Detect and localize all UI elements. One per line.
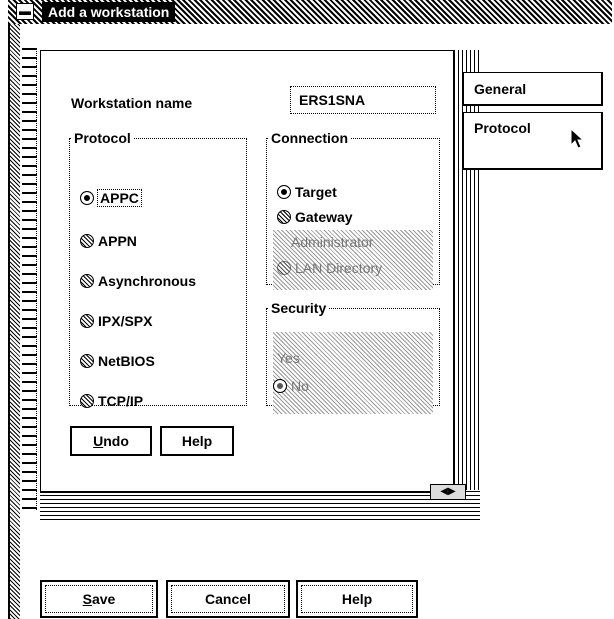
workstation-name-label: Workstation name: [71, 95, 193, 111]
radio-netbios[interactable]: NetBIOS: [80, 351, 155, 371]
connection-group: Connection Target Gateway Administrator …: [266, 130, 440, 290]
radio-icon: [277, 210, 291, 224]
radio-icon: [80, 394, 94, 408]
radio-target[interactable]: Target: [277, 182, 337, 202]
radio-selected-icon: [80, 191, 94, 205]
radio-icon: [80, 354, 94, 368]
security-legend: Security: [271, 300, 327, 316]
radio-selected-icon: [277, 185, 291, 199]
radio-ipx-spx[interactable]: IPX/SPX: [80, 311, 152, 331]
radio-appc[interactable]: APPC: [80, 188, 142, 208]
radio-icon: [80, 314, 94, 328]
save-button[interactable]: Save: [40, 580, 158, 618]
radio-gateway[interactable]: Gateway: [277, 207, 353, 227]
system-menu-icon[interactable]: ▬: [16, 3, 34, 20]
radio-yes: Yes: [277, 350, 300, 366]
undo-button[interactable]: Undo: [70, 426, 152, 456]
disabled-area: [273, 332, 433, 414]
radio-icon: [80, 234, 94, 248]
connection-legend: Connection: [271, 130, 348, 146]
radio-appn[interactable]: APPN: [80, 231, 137, 251]
radio-lan-directory: LAN Directory: [277, 258, 382, 278]
workstation-name-field[interactable]: ERS1SNA: [290, 86, 436, 114]
protocol-group: Protocol APPC APPN Asynchronous IPX/SPX …: [69, 130, 247, 409]
cancel-button[interactable]: Cancel: [166, 580, 290, 618]
dialog-window: ▬ Add a workstation General Protocol ◀▶ …: [8, 0, 612, 619]
window-title: Add a workstation: [42, 2, 176, 22]
radio-administrator: Administrator: [291, 234, 374, 250]
help-button[interactable]: Help: [296, 580, 418, 618]
mouse-pointer-icon: [570, 128, 584, 149]
security-group: Security Yes No: [266, 300, 440, 414]
page-stack-edge-bottom: [40, 490, 480, 520]
page-help-button[interactable]: Help: [160, 426, 234, 456]
radio-no: No: [273, 376, 309, 396]
radio-selected-icon: [273, 379, 287, 393]
radio-icon: [277, 261, 291, 275]
radio-asynchronous[interactable]: Asynchronous: [80, 271, 196, 291]
protocol-legend: Protocol: [74, 130, 131, 146]
page-scroll-arrows-icon[interactable]: ◀▶: [430, 484, 466, 500]
tab-general[interactable]: General: [463, 72, 603, 106]
title-bar[interactable]: ▬ Add a workstation: [8, 0, 612, 24]
radio-tcp-ip[interactable]: TCP/IP: [80, 391, 143, 411]
notebook-spiral-binding: [22, 48, 37, 510]
radio-icon: [80, 274, 94, 288]
